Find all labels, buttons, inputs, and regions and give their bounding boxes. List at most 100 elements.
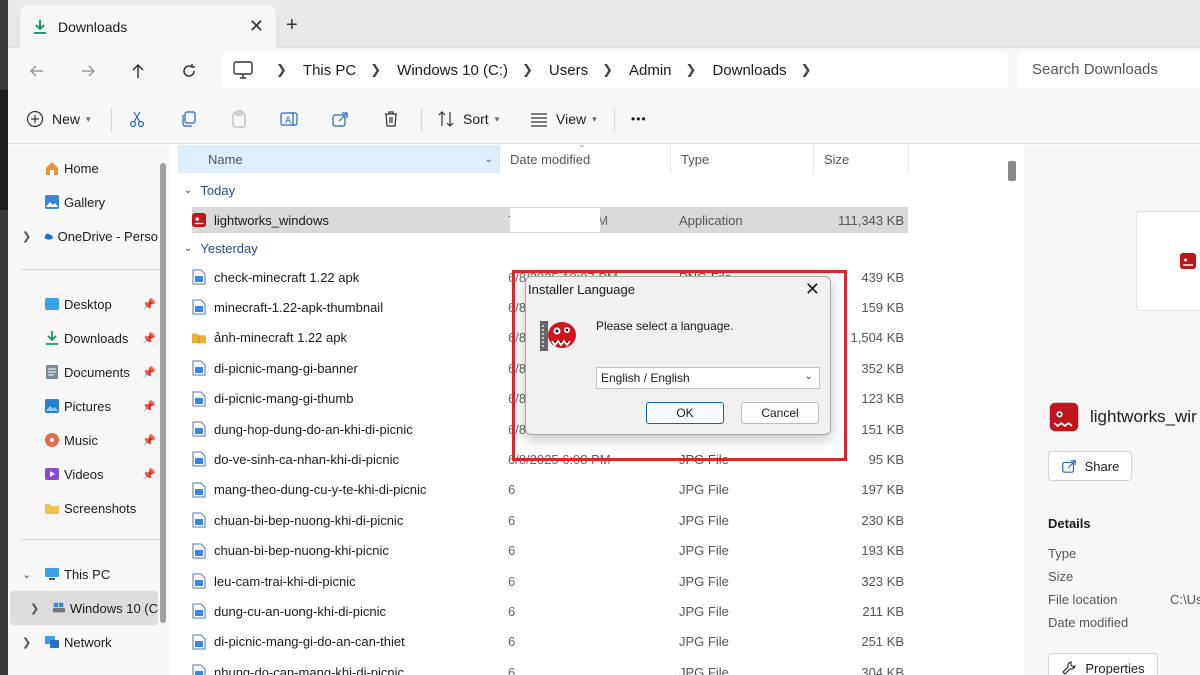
file-size: 197 KB bbox=[861, 482, 904, 498]
more-options-button[interactable]: ••• bbox=[631, 106, 647, 132]
scissors-icon bbox=[129, 111, 145, 128]
delete-button[interactable] bbox=[382, 106, 408, 132]
plus-circle-icon bbox=[26, 110, 44, 128]
column-type[interactable]: Type bbox=[671, 145, 814, 173]
pane-share-button[interactable]: Share bbox=[1048, 451, 1132, 481]
paste-button[interactable] bbox=[230, 106, 256, 132]
pin-icon[interactable]: 📌 bbox=[142, 332, 156, 345]
rename-button[interactable]: A bbox=[280, 106, 306, 132]
breadcrumb-this-pc[interactable]: This PC ❯ bbox=[303, 62, 397, 79]
file-row[interactable]: leu-cam-trai-khi-di-picnic 6 JPG File 323 K… bbox=[192, 568, 908, 594]
sidebar-item-videos[interactable]: Videos 📌 bbox=[8, 459, 158, 489]
file-type: JPG File bbox=[679, 573, 729, 589]
cut-button[interactable] bbox=[128, 106, 154, 132]
network-icon bbox=[45, 636, 59, 648]
pin-icon[interactable]: 📌 bbox=[142, 298, 156, 311]
file-size: 193 KB bbox=[861, 543, 904, 559]
file-row[interactable]: nhung-do-can-mang-khi-di-picnic 6 JPG File… bbox=[192, 659, 908, 675]
image-file-icon bbox=[192, 451, 206, 467]
pin-icon[interactable]: 📌 bbox=[142, 400, 156, 413]
file-type: JPG File bbox=[679, 603, 729, 619]
column-date-modified[interactable]: Date modified ⌄ bbox=[500, 139, 671, 173]
tab-downloads[interactable]: Downloads ✕ bbox=[20, 5, 276, 48]
toolbar-divider bbox=[614, 108, 615, 132]
pin-icon[interactable]: 📌 bbox=[142, 468, 156, 481]
sidebar-item-screenshots[interactable]: Screenshots bbox=[8, 493, 158, 523]
chevron-down-icon[interactable]: ⌄ bbox=[22, 568, 31, 581]
arrow-up-icon bbox=[132, 63, 144, 78]
file-type: JPG File bbox=[679, 482, 729, 498]
breadcrumb-downloads[interactable]: Downloads ❯ bbox=[712, 62, 827, 79]
sidebar-item-windows-drive[interactable]: ❯ Windows 10 (C bbox=[8, 593, 158, 623]
sidebar-item-network[interactable]: ❯ Network bbox=[8, 627, 158, 657]
breadcrumb[interactable]: ❯ This PC ❯ Windows 10 (C:) ❯ Users ❯ Admin… bbox=[222, 52, 1008, 88]
file-date: 6 bbox=[508, 573, 516, 589]
pictures-icon bbox=[45, 399, 59, 413]
file-size: 251 KB bbox=[861, 634, 904, 650]
tab-bar: Downloads ✕ + bbox=[8, 0, 1200, 48]
sidebar-item-pictures[interactable]: Pictures 📌 bbox=[8, 391, 158, 421]
breadcrumb-windows[interactable]: Windows 10 (C:) ❯ bbox=[397, 62, 549, 79]
file-row[interactable]: di-picnic-mang-gi-do-an-can-thiet 6 JPG Fi… bbox=[192, 629, 908, 655]
sidebar-item-documents[interactable]: Documents 📌 bbox=[8, 357, 158, 387]
pin-icon[interactable]: 📌 bbox=[142, 434, 156, 447]
redacted-date bbox=[510, 208, 600, 232]
copy-button[interactable] bbox=[179, 106, 205, 132]
file-size: 111,343 KB bbox=[837, 212, 904, 228]
pin-icon[interactable]: 📌 bbox=[142, 366, 156, 379]
sidebar-item-downloads[interactable]: Downloads 📌 bbox=[8, 323, 158, 353]
sidebar-item-gallery[interactable]: Gallery bbox=[8, 187, 158, 217]
detail-label-type: Type bbox=[1048, 546, 1077, 561]
toolbar-divider bbox=[111, 108, 112, 132]
group-header-today[interactable]: ⌄ Today bbox=[184, 183, 235, 198]
file-row[interactable]: chuan-bi-bep-nuong-khi-picnic 6 JPG File 19… bbox=[192, 538, 908, 564]
file-name: chuan-bi-bep-nuong-khi-picnic bbox=[214, 543, 389, 559]
file-date: 6 bbox=[508, 482, 516, 498]
file-list-scrollbar[interactable] bbox=[1008, 161, 1016, 181]
details-heading: Details bbox=[1048, 516, 1091, 531]
column-name[interactable]: Name ⌄ bbox=[178, 145, 500, 173]
column-size[interactable]: Size bbox=[814, 145, 909, 173]
clipboard-icon bbox=[232, 110, 246, 128]
file-size: 439 KB bbox=[861, 269, 904, 285]
details-pane: lightworks_wir Share Details Type Size F… bbox=[1024, 145, 1200, 675]
sidebar-item-onedrive[interactable]: ❯ OneDrive - Perso bbox=[8, 221, 158, 251]
chevron-right-icon[interactable]: ❯ bbox=[22, 636, 31, 649]
sidebar-item-music[interactable]: Music 📌 bbox=[8, 425, 158, 455]
group-header-yesterday[interactable]: ⌄ Yesterday bbox=[184, 241, 258, 256]
sidebar-scrollbar[interactable] bbox=[160, 163, 166, 623]
file-row[interactable]: chuan-bi-bep-nuong-khi-di-picnic 6 JPG Fil… bbox=[192, 507, 908, 533]
sidebar-item-home[interactable]: Home bbox=[8, 153, 158, 183]
view-button[interactable]: View ▾ bbox=[530, 106, 597, 132]
refresh-button[interactable] bbox=[176, 58, 202, 84]
file-name: ảnh-minecraft 1.22 apk bbox=[214, 330, 347, 346]
share-button[interactable] bbox=[331, 106, 357, 132]
wrench-icon bbox=[1062, 661, 1077, 675]
breadcrumb-admin[interactable]: Admin ❯ bbox=[629, 62, 712, 79]
properties-button[interactable]: Properties bbox=[1048, 653, 1158, 675]
tab-title: Downloads bbox=[58, 18, 128, 35]
chevron-right-icon[interactable]: ❯ bbox=[22, 230, 31, 243]
file-size: 159 KB bbox=[861, 299, 904, 315]
app-icon bbox=[1049, 402, 1079, 432]
up-button[interactable] bbox=[125, 58, 151, 84]
sidebar-item-this-pc[interactable]: ⌄ This PC bbox=[8, 559, 158, 589]
file-row[interactable]: mang-theo-dung-cu-y-te-khi-di-picnic 6 JPG… bbox=[192, 477, 908, 503]
file-name: di-picnic-mang-gi-thumb bbox=[214, 391, 354, 407]
sort-icon bbox=[438, 111, 454, 127]
forward-button[interactable] bbox=[75, 58, 101, 84]
new-tab-button[interactable]: + bbox=[286, 14, 298, 37]
sidebar-item-desktop[interactable]: Desktop 📌 bbox=[8, 289, 158, 319]
back-button[interactable] bbox=[24, 58, 50, 84]
chevron-right-icon[interactable]: ❯ bbox=[30, 602, 39, 615]
search-input[interactable]: Search Downloads bbox=[1018, 52, 1200, 88]
breadcrumb-users[interactable]: Users ❯ bbox=[549, 62, 629, 79]
sort-button[interactable]: Sort ▾ bbox=[437, 106, 499, 132]
new-button[interactable]: New ▾ bbox=[26, 106, 91, 132]
drive-icon bbox=[52, 602, 65, 613]
tab-close-icon[interactable]: ✕ bbox=[249, 16, 264, 37]
file-row[interactable]: dung-cu-an-uong-khi-di-picnic 6 JPG File 21… bbox=[192, 598, 908, 624]
preview-thumbnail bbox=[1136, 211, 1200, 311]
file-name: minecraft-1.22-apk-thumbnail bbox=[214, 299, 384, 315]
file-name: di-picnic-mang-gi-do-an-can-thiet bbox=[214, 634, 405, 650]
